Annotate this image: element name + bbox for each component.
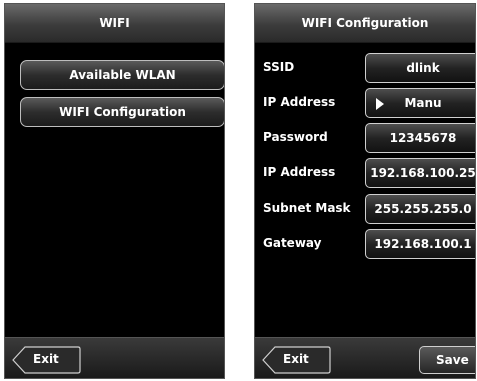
ip-address-field[interactable]: 192.168.100.25: [365, 158, 476, 188]
ssid-label: SSID: [263, 60, 295, 74]
exit-label: Exit: [283, 352, 309, 366]
subnet-mask-label: Subnet Mask: [263, 201, 351, 215]
password-value: 12345678: [389, 131, 457, 145]
wifi-title-bar: WIFI: [5, 4, 224, 43]
wifi-configuration-screen: WIFI Configuration SSID dlink IP Address…: [254, 3, 476, 379]
screen-title: WIFI Configuration: [301, 16, 429, 30]
bottom-bar: Exit: [5, 337, 224, 378]
ssid-value: dlink: [406, 61, 440, 75]
ip-mode-selector[interactable]: Manu: [365, 88, 475, 118]
play-arrow-icon: [376, 98, 384, 110]
ip-mode-value: Manu: [404, 96, 442, 110]
wifi-menu-screen: WIFI Available WLAN WIFI Configuration E…: [4, 3, 225, 379]
exit-button[interactable]: Exit: [11, 346, 81, 374]
gateway-label: Gateway: [263, 236, 322, 250]
available-wlan-label: Available WLAN: [69, 68, 176, 82]
available-wlan-button[interactable]: Available WLAN: [20, 60, 224, 90]
config-title-bar: WIFI Configuration: [255, 4, 475, 43]
ip-mode-label: IP Address: [263, 95, 336, 109]
gateway-field[interactable]: 192.168.100.1: [365, 229, 475, 259]
wifi-configuration-button[interactable]: WIFI Configuration: [20, 97, 224, 127]
subnet-mask-field[interactable]: 255.255.255.0: [365, 194, 475, 224]
ssid-field[interactable]: dlink: [365, 53, 475, 83]
password-field[interactable]: 12345678: [365, 123, 475, 153]
ip-address-label: IP Address: [263, 165, 336, 179]
subnet-mask-value: 255.255.255.0: [374, 202, 472, 216]
exit-label: Exit: [33, 352, 59, 366]
exit-button[interactable]: Exit: [261, 346, 331, 374]
password-label: Password: [263, 130, 328, 144]
ip-address-value: 192.168.100.25: [370, 166, 476, 180]
screen-title: WIFI: [99, 16, 130, 30]
bottom-bar: Exit Save: [255, 337, 475, 378]
gateway-value: 192.168.100.1: [374, 237, 472, 251]
wifi-configuration-label: WIFI Configuration: [59, 105, 186, 119]
save-button[interactable]: Save: [419, 346, 475, 374]
save-label: Save: [436, 353, 469, 367]
